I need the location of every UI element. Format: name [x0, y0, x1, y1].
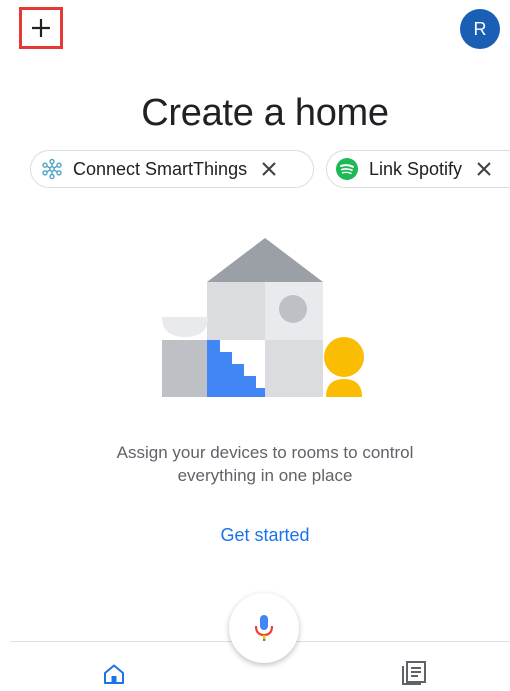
microphone-button[interactable]	[229, 593, 299, 663]
home-icon	[104, 664, 124, 684]
avatar[interactable]: R	[460, 9, 500, 49]
nav-feed[interactable]	[401, 660, 427, 691]
microphone-icon	[254, 615, 274, 641]
link-spotify-chip[interactable]: Link Spotify	[326, 150, 510, 188]
avatar-initial: R	[473, 18, 487, 39]
chip-label-spotify: Link Spotify	[369, 158, 463, 179]
add-button[interactable]	[19, 7, 63, 49]
connect-smartthings-chip[interactable]: Connect SmartThings	[30, 150, 314, 188]
home-rooms-illustration	[162, 238, 364, 397]
smartthings-icon	[41, 158, 63, 180]
nav-home[interactable]	[102, 662, 126, 691]
get-started-link[interactable]: Get started	[0, 525, 510, 546]
description-line-2: everything in one place	[177, 466, 353, 485]
page-title: Create a home	[141, 92, 389, 134]
close-icon[interactable]	[261, 161, 277, 177]
chip-label-smartthings: Connect SmartThings	[73, 158, 248, 179]
description-line-1: Assign your devices to rooms to control	[116, 443, 414, 462]
feed-icon	[402, 661, 426, 685]
empty-state-description: Assign your devices to rooms to control …	[0, 441, 510, 487]
plus-icon	[32, 19, 50, 37]
close-icon[interactable]	[476, 161, 492, 177]
spotify-icon	[335, 157, 359, 181]
